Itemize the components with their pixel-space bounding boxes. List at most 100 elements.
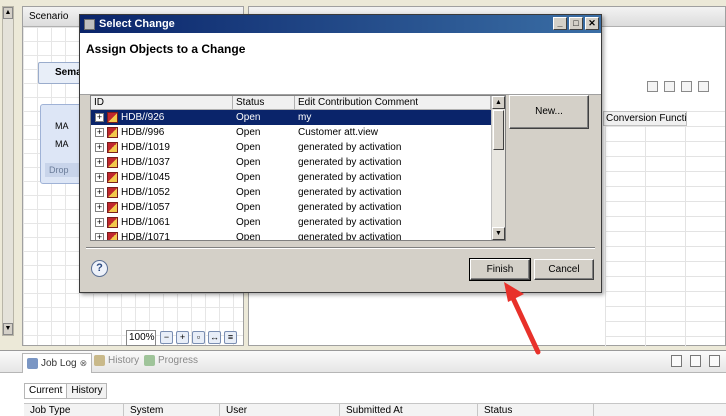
expand-icon[interactable]: +	[95, 113, 104, 122]
change-icon	[107, 187, 118, 198]
table-row[interactable]: + HDB//926 Open my	[91, 110, 491, 125]
cell-comment: generated by activation	[298, 217, 402, 228]
scroll-up-icon[interactable]: ▲	[3, 7, 13, 19]
change-icon	[107, 142, 118, 153]
cell-status: Open	[236, 187, 261, 198]
toolbar-icon[interactable]	[671, 355, 682, 367]
table-row[interactable]: + HDB//1057 Open generated by activation	[91, 200, 491, 215]
progress-icon	[144, 355, 155, 366]
change-id: HDB//1061	[121, 217, 170, 228]
expand-icon[interactable]: +	[95, 233, 104, 240]
zoom-level[interactable]: 100%	[126, 330, 156, 346]
layout-icon[interactable]: ↔	[208, 331, 221, 344]
expand-icon[interactable]: +	[95, 128, 104, 137]
column-comment[interactable]: Edit Contribution Comment	[295, 96, 491, 109]
column-header[interactable]: Status	[478, 404, 594, 416]
finish-button[interactable]: Finish	[469, 258, 531, 281]
expand-icon[interactable]: +	[95, 218, 104, 227]
table-row[interactable]: + HDB//1061 Open generated by activation	[91, 215, 491, 230]
dialog-titlebar[interactable]: Select Change _ □ ✕	[80, 15, 601, 33]
cell-comment: generated by activation	[298, 187, 402, 198]
auto-layout-icon[interactable]: ≡	[224, 331, 237, 344]
conversion-functions-header[interactable]: Conversion Functions	[603, 111, 687, 126]
change-id: HDB//996	[121, 127, 165, 138]
toolbar-icon[interactable]	[664, 81, 675, 92]
left-scrollbar[interactable]: ▲ ▼	[2, 6, 14, 336]
fit-icon[interactable]: ▫	[192, 331, 205, 344]
table-row[interactable]: + HDB//1037 Open generated by activation	[91, 155, 491, 170]
close-icon[interactable]: ✕	[585, 17, 599, 30]
expand-icon[interactable]: +	[95, 203, 104, 212]
change-id: HDB//926	[121, 112, 165, 123]
scroll-down-icon[interactable]: ▼	[3, 323, 13, 335]
toolbar-icon[interactable]	[681, 81, 692, 92]
job-log-icon	[27, 358, 38, 369]
close-icon[interactable]: ⊗	[80, 358, 88, 369]
details-grid	[605, 111, 725, 347]
change-icon	[107, 127, 118, 138]
cell-comment: Customer att.view	[298, 127, 379, 138]
tab-job-log[interactable]: Job Log ⊗	[22, 353, 93, 373]
maximize-icon[interactable]: □	[569, 17, 583, 30]
table-row[interactable]: + HDB//1071 Open generated by activation	[91, 230, 491, 240]
change-icon	[107, 202, 118, 213]
scroll-thumb[interactable]	[493, 110, 504, 150]
table-row[interactable]: + HDB//1019 Open generated by activation	[91, 140, 491, 155]
change-id: HDB//1057	[121, 202, 170, 213]
change-id: HDB//1019	[121, 142, 170, 153]
expand-icon[interactable]: +	[95, 158, 104, 167]
tab-history[interactable]: History	[94, 355, 139, 366]
zoom-bar: 100% − + ▫ ↔ ≡	[126, 330, 242, 346]
help-icon[interactable]: ?	[91, 260, 108, 277]
column-header[interactable]: Submitted At	[340, 404, 478, 416]
zoom-out-icon[interactable]: −	[160, 331, 173, 344]
cell-comment: my	[298, 112, 312, 123]
change-icon	[107, 157, 118, 168]
toolbar-icon[interactable]	[647, 81, 658, 92]
history-icon	[94, 355, 105, 366]
dialog-banner: Assign Objects to a Change	[80, 33, 601, 95]
pencil-icon[interactable]	[698, 81, 709, 92]
table-row[interactable]: + HDB//996 Open Customer att.view	[91, 125, 491, 140]
cell-id: + HDB//1061	[91, 217, 233, 228]
column-id[interactable]: ID	[91, 96, 233, 109]
separator	[86, 247, 595, 249]
new-button[interactable]: New...	[509, 95, 589, 129]
job-log-subtabs: Current History	[24, 383, 108, 399]
expand-icon[interactable]: +	[95, 143, 104, 152]
expand-icon[interactable]: +	[95, 173, 104, 182]
cell-status: Open	[236, 172, 261, 183]
column-header[interactable]: User	[220, 404, 340, 416]
subtab-current[interactable]: Current	[24, 383, 68, 399]
subtab-history[interactable]: History	[67, 383, 108, 399]
table-body: + HDB//926 Open my + HDB//996 Open Customer att…	[91, 110, 491, 240]
scroll-down-icon[interactable]: ▼	[492, 227, 505, 240]
table-scrollbar[interactable]: ▲ ▼	[491, 96, 505, 240]
scroll-up-icon[interactable]: ▲	[492, 96, 505, 109]
cell-id: + HDB//1052	[91, 187, 233, 198]
cell-status: Open	[236, 157, 261, 168]
expand-icon[interactable]: +	[95, 188, 104, 197]
table-row[interactable]: + HDB//1052 Open generated by activation	[91, 185, 491, 200]
change-icon	[107, 232, 118, 240]
cancel-button[interactable]: Cancel	[534, 259, 594, 280]
column-status[interactable]: Status	[233, 96, 295, 109]
details-toolbar	[641, 81, 721, 99]
column-header[interactable]: Job Type	[24, 404, 124, 416]
dialog-title: Select Change	[99, 18, 175, 30]
job-log-header: Job Type System User Submitted At Status	[24, 403, 726, 416]
cell-comment: generated by activation	[298, 157, 402, 168]
table-row[interactable]: + HDB//1045 Open generated by activation	[91, 170, 491, 185]
cell-comment: generated by activation	[298, 142, 402, 153]
tab-progress[interactable]: Progress	[144, 355, 198, 366]
cell-id: + HDB//1045	[91, 172, 233, 183]
toolbar-icon[interactable]	[709, 355, 720, 367]
change-id: HDB//1037	[121, 157, 170, 168]
column-header[interactable]: System	[124, 404, 220, 416]
toolbar-icon[interactable]	[690, 355, 701, 367]
change-icon	[107, 172, 118, 183]
change-id: HDB//1045	[121, 172, 170, 183]
cell-comment: generated by activation	[298, 202, 402, 213]
minimize-icon[interactable]: _	[553, 17, 567, 30]
zoom-in-icon[interactable]: +	[176, 331, 189, 344]
